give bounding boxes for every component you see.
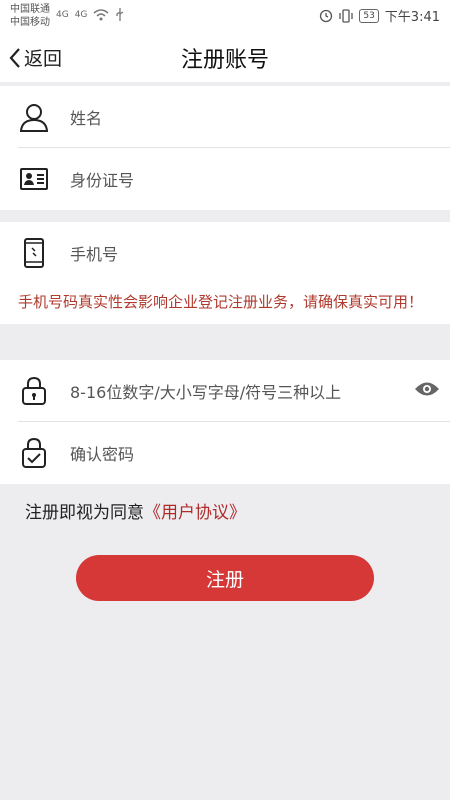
agreement-prefix: 注册即视为同意 <box>25 503 144 523</box>
carrier-1: 中国联通 <box>10 4 50 15</box>
alarm-icon <box>320 9 333 22</box>
password-row <box>0 360 450 424</box>
nav-bar: 返回 注册账号 <box>0 32 450 82</box>
name-input[interactable] <box>68 86 402 150</box>
page-title: 注册账号 <box>180 48 269 73</box>
battery-indicator: 53 <box>359 8 379 23</box>
password-input[interactable] <box>68 360 402 424</box>
eye-icon[interactable] <box>414 380 440 402</box>
status-bar: 中国联通 中国移动 4G 4G 53 下午3:41 <box>0 0 450 32</box>
phone-icon <box>18 237 50 269</box>
name-row <box>0 86 450 150</box>
carrier-info: 中国联通 中国移动 <box>10 3 50 29</box>
lock-check-icon <box>18 437 50 469</box>
carrier-2: 中国移动 <box>10 17 50 28</box>
id-row <box>0 148 450 212</box>
confirm-row <box>0 422 450 486</box>
identity-card <box>0 86 450 212</box>
status-right: 53 下午3:41 <box>319 6 440 25</box>
agreement-text: 注册即视为同意《用户协议》 <box>25 498 246 523</box>
person-icon <box>18 101 50 133</box>
status-time: 下午3:41 <box>384 10 440 25</box>
net-type-1: 4G <box>56 9 69 20</box>
net-type-2: 4G <box>74 9 88 20</box>
id-number-input[interactable] <box>68 148 402 212</box>
user-agreement-link[interactable]: 《用户协议》 <box>144 503 246 523</box>
id-card-icon <box>18 163 50 195</box>
usb-icon <box>116 8 124 21</box>
phone-row <box>0 222 450 286</box>
phone-warning: 手机号码真实性会影响企业登记注册业务，请确保真实可用！ <box>18 293 424 311</box>
vibrate-icon <box>339 8 353 23</box>
phone-input[interactable] <box>68 222 402 286</box>
register-button[interactable]: 注册 <box>76 555 374 601</box>
network-indicators: 4G 4G <box>56 8 125 21</box>
lock-icon <box>18 375 50 407</box>
wifi-icon <box>93 8 109 20</box>
password-card <box>0 360 450 486</box>
phone-card: 手机号码真实性会影响企业登记注册业务，请确保真实可用！ <box>0 222 450 324</box>
confirm-password-input[interactable] <box>68 422 402 486</box>
